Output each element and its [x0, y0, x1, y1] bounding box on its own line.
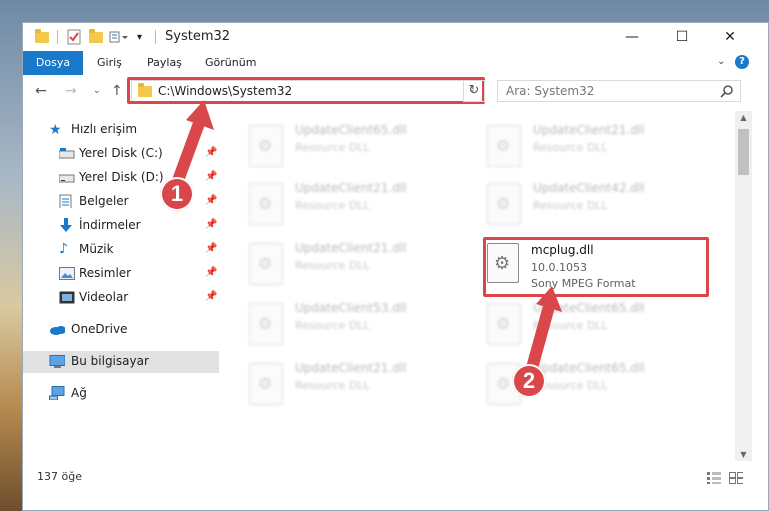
step-badge-2: 2	[512, 364, 546, 398]
annotation-arrows	[170, 100, 562, 374]
step-badge-1: 1	[160, 177, 194, 211]
